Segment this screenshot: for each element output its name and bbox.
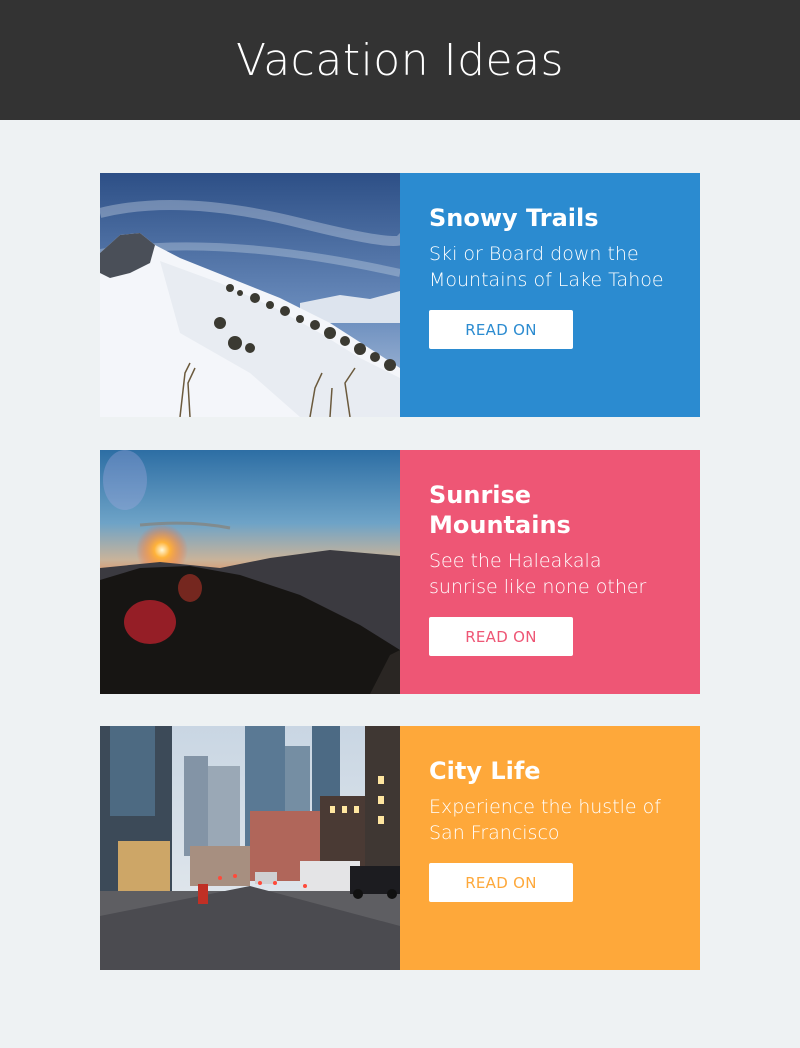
page-title: Vacation Ideas <box>236 34 564 86</box>
snowy-mountain-photo <box>100 173 400 417</box>
card-content: City Life Experience the hustle of San F… <box>400 726 700 970</box>
city-street-photo <box>100 726 400 970</box>
read-on-button[interactable]: READ ON <box>429 617 573 656</box>
card-content: Snowy Trails Ski or Board down the Mount… <box>400 173 700 417</box>
card-snowy-trails: Snowy Trails Ski or Board down the Mount… <box>100 173 700 417</box>
sunrise-photo <box>100 450 400 694</box>
card-description: Ski or Board down the Mountains of Lake … <box>429 243 664 291</box>
card-title: City Life <box>429 757 541 785</box>
card-title: Sunrise Mountains <box>429 481 571 539</box>
read-on-button[interactable]: READ ON <box>429 863 573 902</box>
card-content: Sunrise Mountains See the Haleakala sunr… <box>400 450 700 694</box>
page-header: Vacation Ideas <box>0 0 800 120</box>
read-on-button[interactable]: READ ON <box>429 310 573 349</box>
card-description: See the Haleakala sunrise like none othe… <box>429 550 647 598</box>
card-description: Experience the hustle of San Francisco <box>429 796 661 844</box>
card-title: Snowy Trails <box>429 204 599 232</box>
card-city-life: City Life Experience the hustle of San F… <box>100 726 700 970</box>
card-sunrise-mountains: Sunrise Mountains See the Haleakala sunr… <box>100 450 700 694</box>
